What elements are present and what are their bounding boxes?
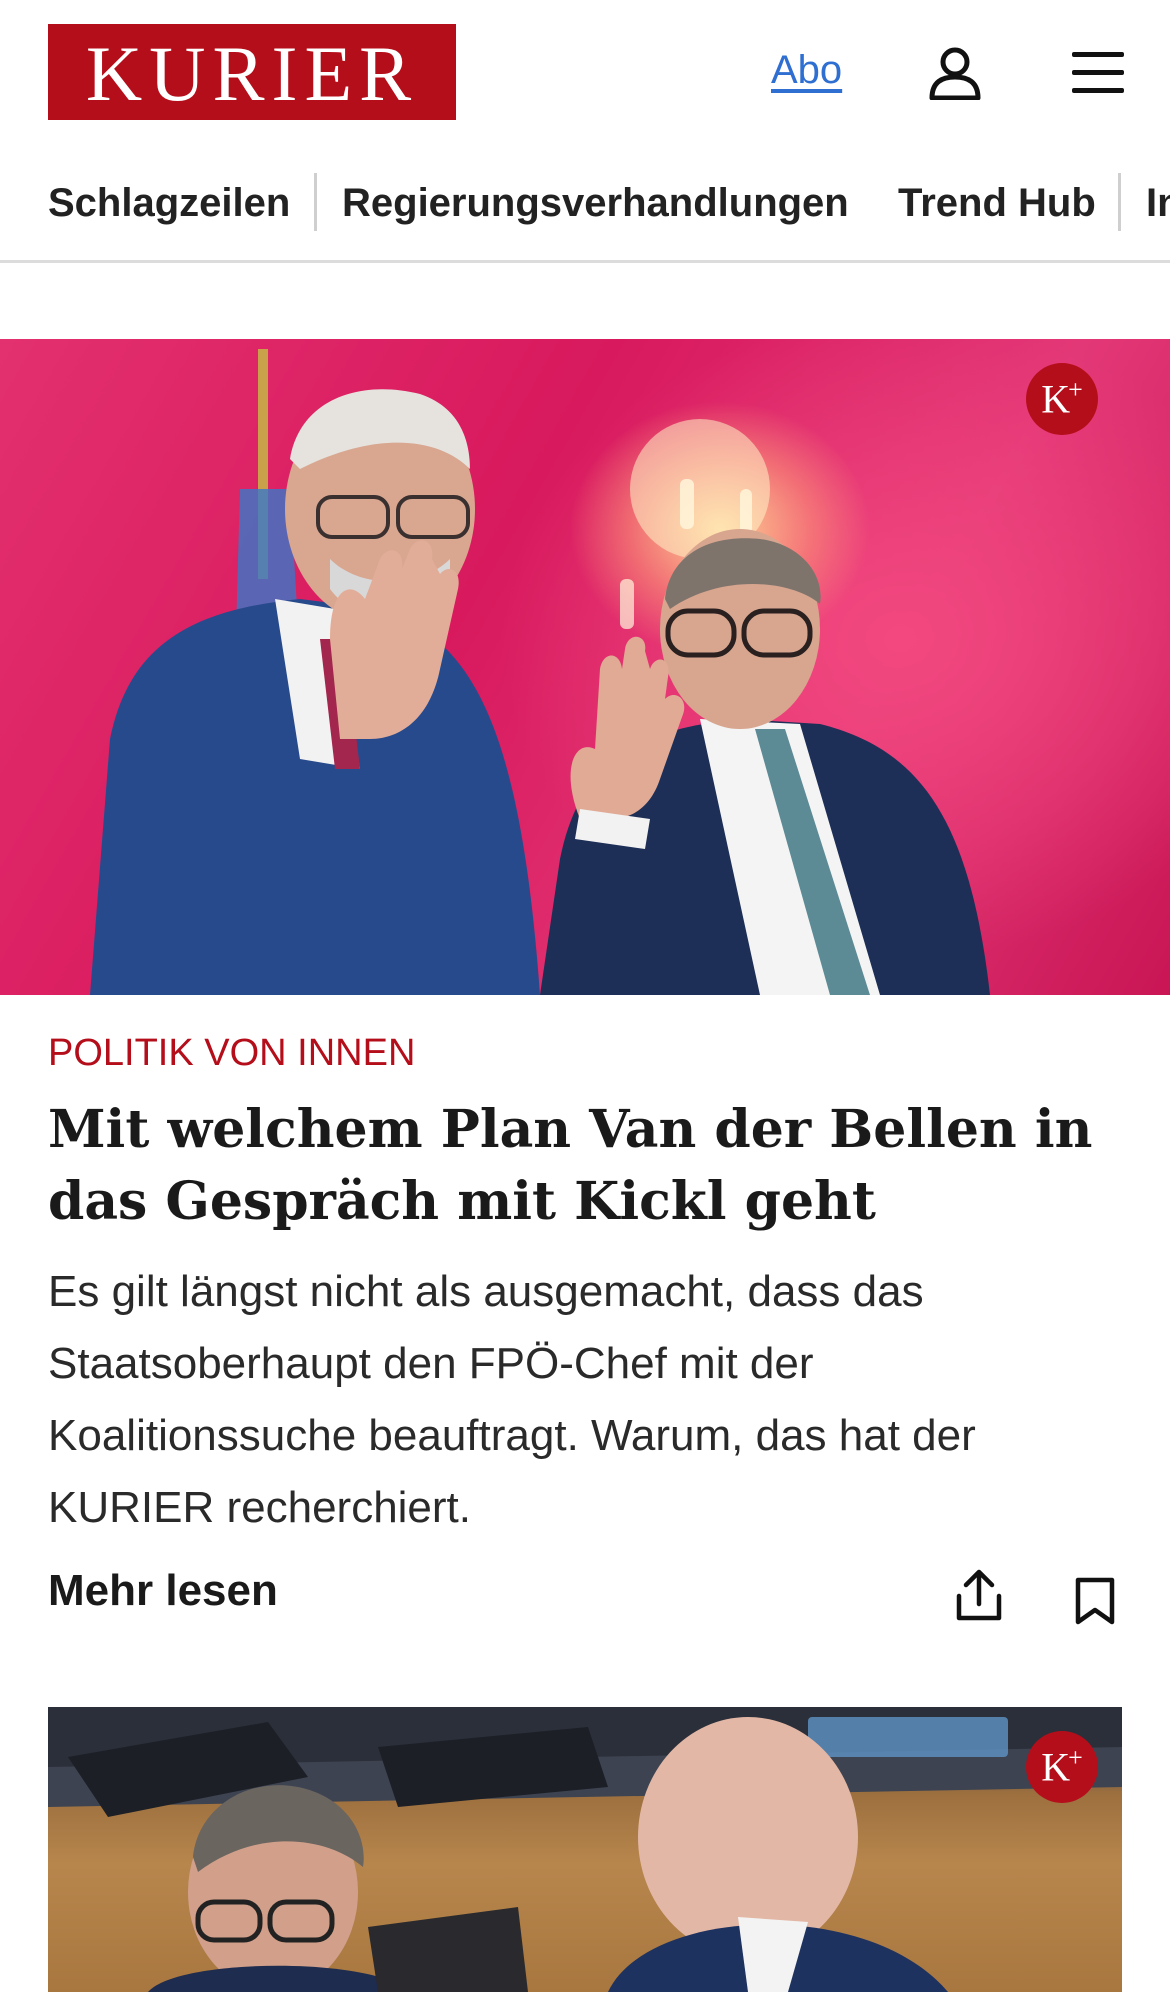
hero-photo-illustration [90,349,990,995]
nav-item-regierungsverhandlungen[interactable]: Regierungsverhandlungen [342,173,849,233]
site-header: KURIER Abo [0,0,1170,145]
article-teaser[interactable]: Es gilt längst nicht als ausgemacht, das… [48,1256,1128,1544]
article-kicker[interactable]: POLITIK VON INNEN [48,1032,415,1075]
read-more-link[interactable]: Mehr lesen [48,1566,278,1616]
menu-icon[interactable] [1070,48,1126,96]
article-2-photo-illustration [48,1707,1122,1992]
kurier-logo[interactable]: KURIER [48,24,456,120]
user-icon[interactable] [928,46,982,100]
premium-badge-text: K+ [1041,375,1083,422]
article-hero-image[interactable]: K+ [0,339,1170,995]
article-2-image[interactable]: K+ [48,1707,1122,1992]
logo-text: KURIER [85,30,419,117]
premium-badge-text: K+ [1041,1743,1083,1790]
nav-separator [1118,173,1121,231]
section-nav: Schlagzeilen Regierungsverhandlungen Tre… [0,165,1170,263]
premium-badge: K+ [1026,1731,1098,1803]
nav-separator [314,173,317,231]
article-headline[interactable]: Mit welchem Plan Van der Bellen in das G… [48,1094,1122,1238]
share-icon[interactable] [954,1568,1004,1624]
nav-item-schlagzeilen[interactable]: Schlagzeilen [48,173,290,233]
premium-badge: K+ [1026,363,1098,435]
nav-item-trend-hub[interactable]: Trend Hub [898,173,1096,233]
bookmark-icon[interactable] [1074,1576,1116,1626]
nav-item-truncated[interactable]: In [1146,173,1170,233]
abo-link[interactable]: Abo [771,48,842,93]
